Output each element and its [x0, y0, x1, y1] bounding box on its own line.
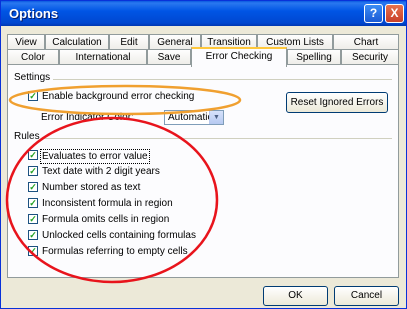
ok-button[interactable]: OK [263, 286, 328, 306]
rule-label: Formulas referring to empty cells [42, 246, 188, 257]
ok-button-label: OK [288, 290, 303, 301]
indicator-color-label: Error Indicator Color: [41, 112, 137, 123]
cancel-button-label: Cancel [350, 290, 383, 301]
tab-label: View [15, 37, 37, 48]
options-dialog: Options ? X View Calculation Edit Genera… [0, 0, 407, 309]
check-icon: ✓ [28, 166, 38, 176]
rule-label: Unlocked cells containing formulas [42, 230, 196, 241]
dropdown-arrow-icon[interactable]: ▼ [209, 111, 223, 124]
check-icon: ✓ [28, 214, 38, 224]
tab-label: International [75, 52, 131, 63]
help-icon: ? [369, 6, 378, 20]
rule-label: Formula omits cells in region [42, 214, 170, 225]
rule-label: Text date with 2 digit years [42, 166, 160, 177]
indicator-color-select[interactable]: Automatic ▼ [164, 110, 224, 125]
tab-label: Save [157, 52, 181, 63]
tab-label: Security [351, 52, 389, 63]
check-icon: ✓ [28, 246, 38, 256]
check-icon: ✓ [28, 198, 38, 208]
tab-label: Error Checking [205, 51, 273, 62]
rule-label: Number stored as text [42, 182, 141, 193]
check-icon: ✓ [28, 230, 38, 240]
rules-group-label: Rules [14, 131, 43, 142]
tab-label: Calculation [52, 37, 102, 48]
tab-label: Edit [120, 37, 138, 48]
window-title: Options [9, 6, 59, 21]
cancel-button[interactable]: Cancel [334, 286, 399, 306]
tab-error-checking[interactable]: Error Checking [191, 47, 287, 67]
reset-ignored-errors-button[interactable]: Reset Ignored Errors [286, 92, 388, 113]
check-icon: ✓ [28, 91, 38, 101]
title-bar[interactable]: Options ? X [1, 1, 406, 26]
rule-label: Inconsistent formula in region [42, 198, 173, 209]
indicator-color-value: Automatic [168, 112, 213, 123]
check-icon: ✓ [28, 150, 38, 160]
tab-label: Spelling [296, 52, 332, 63]
tab-label: Chart [353, 37, 379, 48]
close-button[interactable]: X [385, 4, 404, 23]
help-button[interactable]: ? [364, 4, 383, 23]
settings-divider [46, 79, 392, 80]
rules-divider [38, 138, 392, 139]
tab-label: Color [21, 52, 45, 63]
reset-button-label: Reset Ignored Errors [290, 97, 384, 108]
tab-label: General [157, 37, 193, 48]
close-icon: X [390, 6, 399, 20]
enable-background-label: Enable background error checking [42, 91, 195, 102]
rule-label: Evaluates to error value [40, 149, 150, 164]
settings-group-label: Settings [14, 72, 54, 83]
error-checking-panel: Settings ✓ Enable background error check… [7, 64, 399, 278]
check-icon: ✓ [28, 182, 38, 192]
